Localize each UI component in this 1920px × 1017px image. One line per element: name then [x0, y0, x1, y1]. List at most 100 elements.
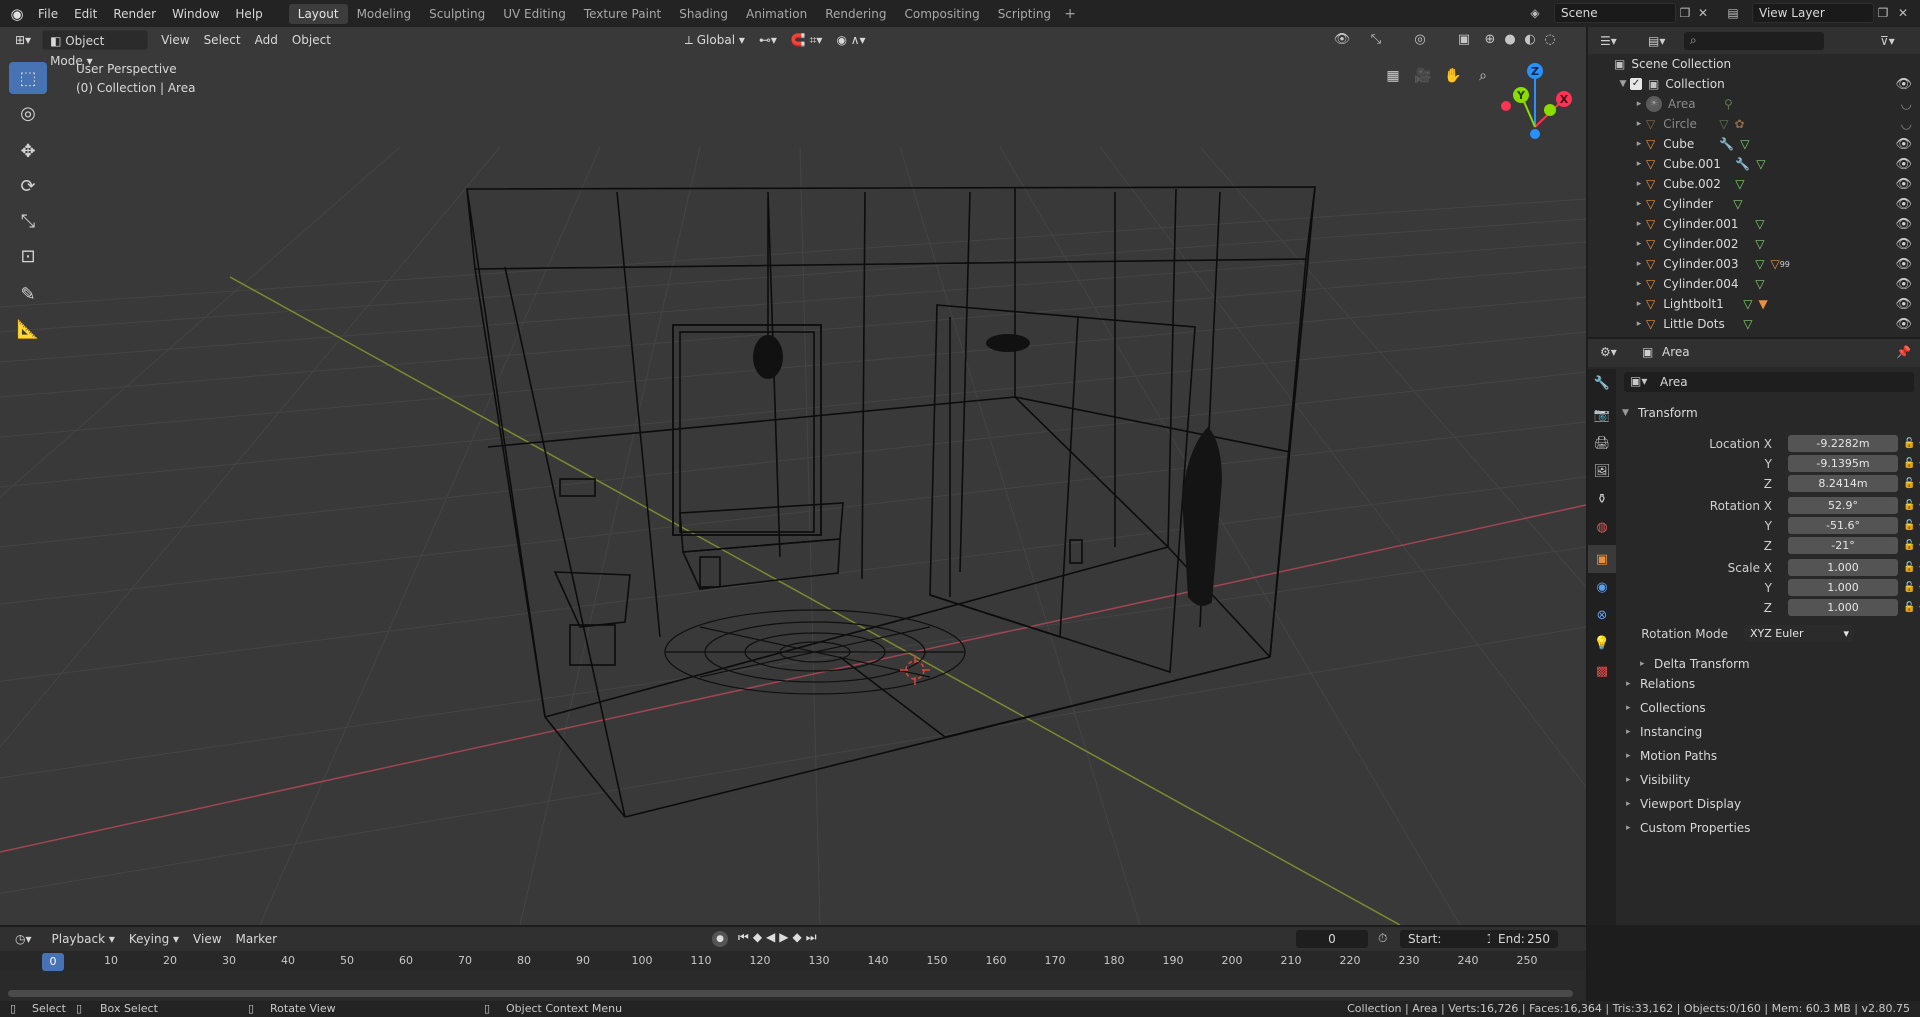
texture-tab-icon[interactable]: ▩	[1588, 657, 1616, 685]
eye-icon[interactable]: 👁	[1895, 317, 1912, 332]
move-tool-icon[interactable]: ✥	[9, 135, 47, 167]
eye-icon[interactable]: 👁	[1895, 137, 1912, 152]
visibility-panel[interactable]: ▸ Visibility	[1626, 769, 1920, 791]
eye-icon[interactable]: 👁	[1895, 197, 1912, 212]
proportional-edit-icon[interactable]: ◉ ∧▾	[829, 30, 872, 50]
outliner-item-circle[interactable]: ▸ ▽ Circle ▽ ✿ ◡	[1588, 114, 1920, 134]
output-tab-icon[interactable]: 🖨	[1588, 429, 1616, 457]
object-data-tab-icon[interactable]: 💡	[1588, 629, 1616, 657]
scale-y-field[interactable]: 1.000	[1788, 579, 1898, 596]
shading-wireframe-icon[interactable]: ⊕	[1480, 30, 1500, 50]
annotate-tool-icon[interactable]: ✎	[9, 278, 47, 310]
lock-icon[interactable]: 🔓	[1903, 579, 1915, 597]
tab-texture-paint[interactable]: Texture Paint	[575, 4, 670, 24]
scene-browse-icon[interactable]: ◈	[1526, 4, 1544, 22]
pan-view-icon[interactable]: ✋	[1440, 63, 1466, 89]
lock-icon[interactable]: 🔓	[1903, 517, 1915, 535]
relations-panel[interactable]: ▸ Relations	[1626, 673, 1920, 695]
scale-tool-icon[interactable]: ⤡	[9, 205, 47, 237]
scene-tab-icon[interactable]: ⚱	[1588, 485, 1616, 513]
shading-rendered-icon[interactable]: ◌	[1540, 30, 1560, 50]
expand-arrow-icon[interactable]: ▸	[1632, 299, 1646, 309]
eye-icon[interactable]: 👁	[1895, 237, 1912, 252]
eye-closed-icon[interactable]: ◡	[1901, 97, 1912, 112]
outliner-item-cube-001[interactable]: ▸ ▽ Cube.001 🔧 ▽ 👁	[1588, 154, 1920, 174]
visibility-icon[interactable]: 👁	[1332, 30, 1352, 50]
tab-sculpting[interactable]: Sculpting	[420, 4, 494, 24]
expand-arrow-icon[interactable]: ▸	[1632, 139, 1646, 149]
outliner-item-cube[interactable]: ▸ ▽ Cube 🔧 ▽ 👁	[1588, 134, 1920, 154]
stopwatch-icon[interactable]: ⏱	[1378, 931, 1387, 946]
eye-icon[interactable]: 👁	[1895, 157, 1912, 172]
lock-icon[interactable]: 🔓	[1903, 599, 1915, 617]
location-x-field[interactable]: -9.2282m	[1788, 435, 1898, 452]
outliner-item-cylinder-003[interactable]: ▸ ▽ Cylinder.003 ▽ ▽ 99 👁	[1588, 254, 1920, 274]
transform-panel-header[interactable]: ▼ Transform	[1618, 402, 1920, 424]
timeline-scrollbar[interactable]	[8, 990, 1573, 997]
rotation-y-field[interactable]: -51.6°	[1788, 517, 1898, 534]
next-keyframe-icon[interactable]: ◆	[793, 930, 806, 944]
eye-icon[interactable]: 👁	[1895, 77, 1912, 92]
menu-select[interactable]: Select	[197, 30, 248, 50]
scale-x-field[interactable]: 1.000	[1788, 559, 1898, 576]
rotation-x-field[interactable]: 52.9°	[1788, 497, 1898, 514]
menu-help[interactable]: Help	[227, 3, 270, 25]
mode-dropdown[interactable]: ◧ Object Mode ▾	[42, 30, 149, 68]
menu-render[interactable]: Render	[105, 3, 164, 25]
menu-object[interactable]: Object	[285, 30, 338, 50]
new-scene-icon[interactable]: ❐	[1676, 4, 1694, 22]
tab-animation[interactable]: Animation	[737, 4, 816, 24]
menu-window[interactable]: Window	[164, 3, 227, 25]
delta-transform-panel[interactable]: ▸ Delta Transform	[1640, 653, 1920, 675]
menu-marker[interactable]: Marker	[229, 929, 284, 949]
scale-z-field[interactable]: 1.000	[1788, 599, 1898, 616]
end-frame-field[interactable]: End: 250	[1490, 930, 1558, 948]
display-mode-icon[interactable]: ▤▾	[1648, 34, 1665, 48]
expand-arrow-icon[interactable]: ▸	[1632, 179, 1646, 189]
playhead[interactable]: 0	[42, 953, 64, 971]
toggle-perspective-icon[interactable]: ▦	[1380, 63, 1406, 89]
location-y-field[interactable]: -9.1395m	[1788, 455, 1898, 472]
properties-editor-type-icon[interactable]: ⚙▾	[1600, 345, 1617, 359]
tool-tab-icon[interactable]: 🔧	[1588, 369, 1616, 397]
gizmo-toggle-icon[interactable]: ⤡	[1366, 30, 1386, 50]
tab-uv-editing[interactable]: UV Editing	[494, 4, 575, 24]
menu-file[interactable]: File	[30, 3, 66, 25]
editor-type-icon[interactable]: ⊞▾	[8, 30, 38, 50]
outliner-scene-collection[interactable]: ▣ Scene Collection	[1588, 54, 1920, 74]
outliner-item-area[interactable]: ▸ ☀ Area ⚲ ◡	[1588, 94, 1920, 114]
expand-arrow-icon[interactable]: ▼	[1616, 79, 1630, 89]
outliner-editor-type-icon[interactable]: ☰▾	[1600, 34, 1617, 48]
constraints-tab-icon[interactable]: ⊗	[1588, 601, 1616, 629]
collections-panel[interactable]: ▸ Collections	[1626, 697, 1920, 719]
rotation-mode-dropdown[interactable]: XYZ Euler ▾	[1744, 625, 1854, 642]
menu-edit[interactable]: Edit	[66, 3, 105, 25]
location-z-field[interactable]: 8.2414m	[1788, 475, 1898, 492]
expand-arrow-icon[interactable]: ▸	[1632, 199, 1646, 209]
expand-arrow-icon[interactable]: ▸	[1632, 239, 1646, 249]
overlays-icon[interactable]: ◎	[1410, 30, 1430, 50]
expand-arrow-icon[interactable]: ▸	[1632, 319, 1646, 329]
outliner-item-cylinder[interactable]: ▸ ▽ Cylinder ▽ 👁	[1588, 194, 1920, 214]
menu-playback[interactable]: Playback ▾	[45, 929, 122, 949]
jump-start-icon[interactable]: ⏮	[738, 930, 753, 944]
render-tab-icon[interactable]: 📷	[1588, 401, 1616, 429]
outliner-item-cylinder-004[interactable]: ▸ ▽ Cylinder.004 ▽ 👁	[1588, 274, 1920, 294]
outliner-item-cylinder-002[interactable]: ▸ ▽ Cylinder.002 ▽ 👁	[1588, 234, 1920, 254]
start-frame-field[interactable]: Start: 1	[1400, 930, 1504, 948]
filter-icon[interactable]: ⊽▾	[1880, 34, 1895, 48]
view-layer-selector[interactable]: View Layer	[1752, 3, 1874, 23]
3d-viewport[interactable]: Z X Y ⊞▾ ◧ Object Mode ▾ View Select Add…	[0, 27, 1586, 925]
expand-arrow-icon[interactable]: ▸	[1632, 219, 1646, 229]
viewport-display-panel[interactable]: ▸ Viewport Display	[1626, 793, 1920, 815]
current-frame-field[interactable]: 0	[1296, 930, 1368, 948]
expand-arrow-icon[interactable]: ▸	[1632, 279, 1646, 289]
outliner-collection[interactable]: ▼ ✓ ▣ Collection 👁	[1588, 74, 1920, 94]
eye-icon[interactable]: 👁	[1895, 217, 1912, 232]
camera-view-icon[interactable]: 🎥	[1410, 63, 1436, 89]
xray-icon[interactable]: ▣	[1454, 30, 1474, 50]
pivot-point-icon[interactable]: ⊷▾	[752, 30, 784, 50]
outliner-item-little-dots[interactable]: ▸ ▽ Little Dots ▽ 👁	[1588, 314, 1920, 334]
lock-icon[interactable]: 🔓	[1903, 559, 1915, 577]
lock-icon[interactable]: 🔓	[1903, 537, 1915, 555]
